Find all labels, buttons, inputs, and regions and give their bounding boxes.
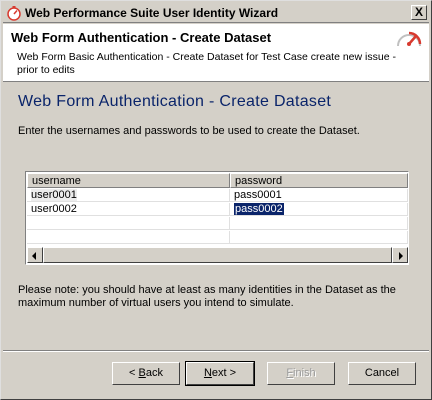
close-button[interactable]: X	[411, 5, 427, 20]
empty-cell[interactable]	[230, 231, 408, 244]
username-value: user0001	[31, 189, 77, 201]
back-mnemonic: B	[138, 367, 146, 379]
instruction-text: Enter the usernames and passwords to be …	[18, 125, 360, 137]
window-title: Web Performance Suite User Identity Wiza…	[25, 6, 279, 20]
finish-button[interactable]: Finish	[267, 362, 335, 385]
empty-cell[interactable]	[230, 217, 408, 230]
password-cell-editing[interactable]: pass0002	[230, 203, 408, 216]
title-bar[interactable]: Web Performance Suite User Identity Wiza…	[3, 3, 429, 23]
note-text: Please note: you should have at least as…	[18, 284, 396, 309]
column-header-username[interactable]: username	[27, 173, 230, 188]
password-cell[interactable]: pass0001	[230, 189, 408, 202]
next-button[interactable]: Next >	[185, 361, 255, 386]
finish-label: inish	[293, 367, 316, 379]
table-row[interactable]: user0002 pass0002	[27, 203, 408, 216]
back-prefix: <	[129, 367, 139, 379]
table-row-empty[interactable]	[27, 217, 408, 230]
stopwatch-logo-icon	[397, 31, 422, 47]
wizard-window: Web Performance Suite User Identity Wiza…	[0, 0, 432, 400]
empty-cell[interactable]	[27, 231, 230, 244]
header-description: Web Form Basic Authentication - Create D…	[17, 51, 396, 76]
back-label: ack	[145, 367, 163, 379]
next-mnemonic: N	[203, 367, 212, 379]
header-title: Web Form Authentication - Create Dataset	[11, 30, 272, 45]
next-label: ext >	[211, 367, 237, 379]
username-cell[interactable]: user0001	[27, 189, 230, 202]
right-arrow-icon	[399, 252, 403, 260]
cancel-button[interactable]: Cancel	[348, 362, 416, 385]
identity-table[interactable]: username password user0001 pass0001 user…	[25, 171, 409, 265]
back-button[interactable]: < Back	[112, 362, 180, 385]
empty-cell[interactable]	[27, 217, 230, 230]
scroll-right-button[interactable]	[392, 247, 408, 263]
horizontal-scrollbar[interactable]	[27, 247, 408, 263]
table-row-empty[interactable]	[27, 231, 408, 244]
table-row[interactable]: user0001 pass0001	[27, 189, 408, 202]
close-icon: X	[414, 5, 423, 19]
left-arrow-icon	[32, 252, 36, 260]
scrollbar-thumb[interactable]	[43, 247, 392, 263]
wizard-header: Web Form Authentication - Create Dataset…	[3, 24, 429, 82]
divider	[3, 350, 429, 352]
column-header-password[interactable]: password	[230, 173, 408, 188]
password-value: pass0001	[234, 189, 282, 201]
username-value: user0002	[31, 203, 77, 215]
scroll-left-button[interactable]	[27, 247, 43, 263]
username-cell[interactable]: user0002	[27, 203, 230, 216]
password-value-selected[interactable]: pass0002	[234, 203, 284, 215]
page-title: Web Form Authentication - Create Dataset	[18, 93, 332, 110]
table-header: username password	[27, 173, 408, 188]
stopwatch-icon	[7, 6, 21, 21]
